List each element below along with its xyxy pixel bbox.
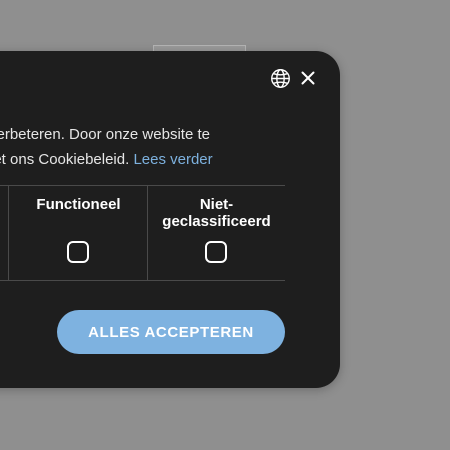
close-button[interactable] — [296, 66, 320, 90]
category-unclassified: Niet-geclassificeerd — [148, 185, 285, 281]
language-button[interactable] — [268, 66, 292, 90]
unclassified-checkbox[interactable] — [204, 241, 227, 263]
description-line-1: verbeteren. Door onze website te — [0, 126, 210, 143]
category-label: Functioneel — [36, 196, 121, 213]
category-functional: Functioneel — [9, 185, 148, 281]
read-more-link[interactable]: Lees verder — [133, 151, 212, 168]
globe-icon — [270, 68, 290, 88]
close-icon — [301, 71, 315, 85]
description-line-2-text: net ons Cookiebeleid. — [0, 151, 130, 168]
page-backdrop: . verbeteren. Door onze website te net o… — [0, 0, 450, 450]
category-label: Niet-geclassificeerd — [162, 196, 271, 230]
functional-checkbox[interactable] — [66, 241, 89, 263]
cookie-consent-dialog: . verbeteren. Door onze website te net o… — [0, 51, 340, 388]
accept-all-button[interactable]: ALLES ACCEPTEREN — [57, 310, 285, 354]
description-line-2: net ons Cookiebeleid. Lees verder — [0, 147, 213, 172]
